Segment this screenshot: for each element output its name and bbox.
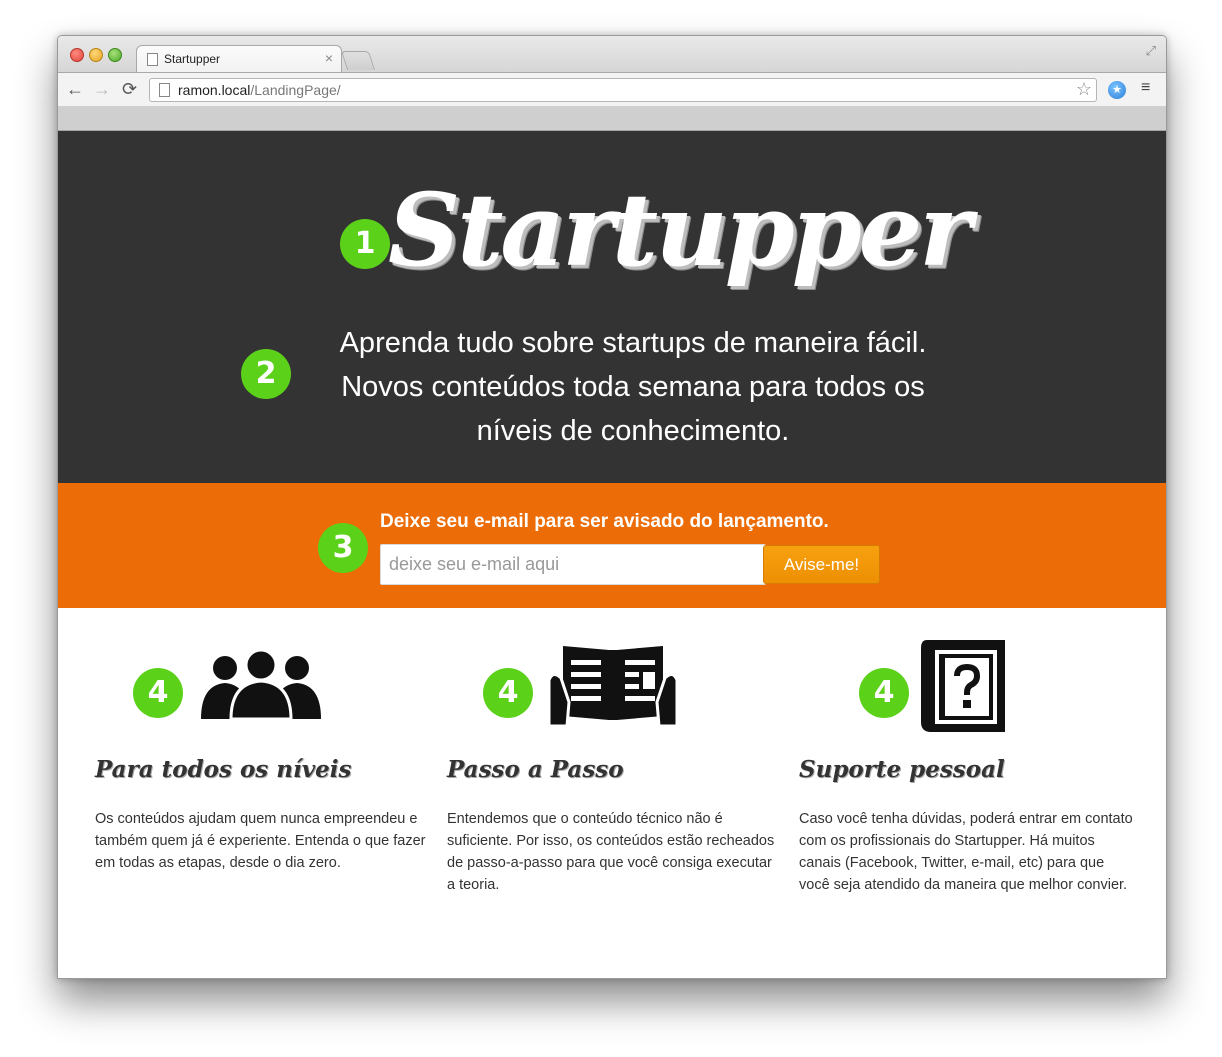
feature-title: Passo a Passo (447, 756, 624, 783)
tab-title: Startupper (164, 52, 221, 66)
tagline: Aprenda tudo sobre startups de maneira f… (288, 321, 978, 453)
annotation-badge-4: 4 (483, 668, 533, 718)
zoom-window-button[interactable] (108, 48, 122, 62)
toolbar: ← → ⟳ ramon.local/LandingPage/ ☆ ★ ≡ (58, 72, 1166, 107)
address-bar[interactable]: ramon.local/LandingPage/ ☆ (149, 78, 1097, 102)
menu-icon[interactable]: ≡ (1141, 79, 1150, 97)
bookmark-star-icon[interactable]: ☆ (1076, 79, 1092, 100)
reload-icon[interactable]: ⟳ (122, 79, 137, 100)
tagline-line: Aprenda tudo sobre startups de maneira f… (339, 327, 927, 359)
extension-star-icon[interactable]: ★ (1108, 81, 1126, 99)
fullscreen-icon[interactable]: ⤢ (1146, 43, 1156, 59)
url-host: ramon.local (178, 82, 251, 98)
tagline-line: níveis de conhecimento. (476, 415, 790, 447)
signup-label: Deixe seu e-mail para ser avisado do lan… (380, 511, 829, 532)
forward-icon[interactable]: → (93, 79, 111, 100)
annotation-badge-2: 2 (241, 349, 291, 399)
close-window-button[interactable] (70, 48, 84, 62)
tab-startupper[interactable]: Startupper × (136, 45, 342, 73)
email-input[interactable] (380, 544, 766, 585)
annotation-badge-3: 3 (318, 523, 368, 573)
tagline-line: Novos conteúdos toda semana para todos o… (341, 371, 925, 403)
page-icon (159, 83, 170, 97)
feature-description: Caso você tenha dúvidas, poderá entrar e… (799, 811, 1133, 893)
help-book-icon (921, 640, 1005, 732)
annotation-badge-4: 4 (133, 668, 183, 718)
landing-page: 1 Startupper 2 Aprenda tudo sobre startu… (58, 131, 1166, 978)
notify-button[interactable]: Avise-me! (763, 545, 880, 584)
minimize-window-button[interactable] (89, 48, 103, 62)
signup-section: 3 Deixe seu e-mail para ser avisado do l… (58, 483, 1166, 608)
people-icon (201, 649, 321, 719)
feature-title: Para todos os níveis (95, 756, 352, 783)
back-icon[interactable]: ← (66, 79, 84, 100)
annotation-badge-4: 4 (859, 668, 909, 718)
annotation-badge-1: 1 (340, 219, 390, 269)
feature-description: Entendemos que o conteúdo técnico não é … (447, 811, 775, 893)
url-text[interactable]: ramon.local/LandingPage/ (178, 82, 341, 98)
hero-section: 1 Startupper 2 Aprenda tudo sobre startu… (58, 131, 1166, 483)
tab-close-icon[interactable]: × (325, 50, 333, 66)
newspaper-icon (547, 646, 679, 726)
logo: Startupper (388, 171, 972, 289)
feature-title: Suporte pessoal (799, 756, 1005, 783)
title-bar: Startupper × ⤢ (58, 36, 1166, 73)
browser-window: Startupper × ⤢ ← → ⟳ ramon.local/Landing… (57, 35, 1167, 979)
new-tab-button[interactable] (340, 51, 376, 70)
feature-description: Os conteúdos ajudam quem nunca empreende… (95, 811, 426, 871)
url-path: /LandingPage/ (250, 82, 341, 98)
page-icon (147, 53, 158, 66)
bookmarks-bar (58, 106, 1166, 131)
